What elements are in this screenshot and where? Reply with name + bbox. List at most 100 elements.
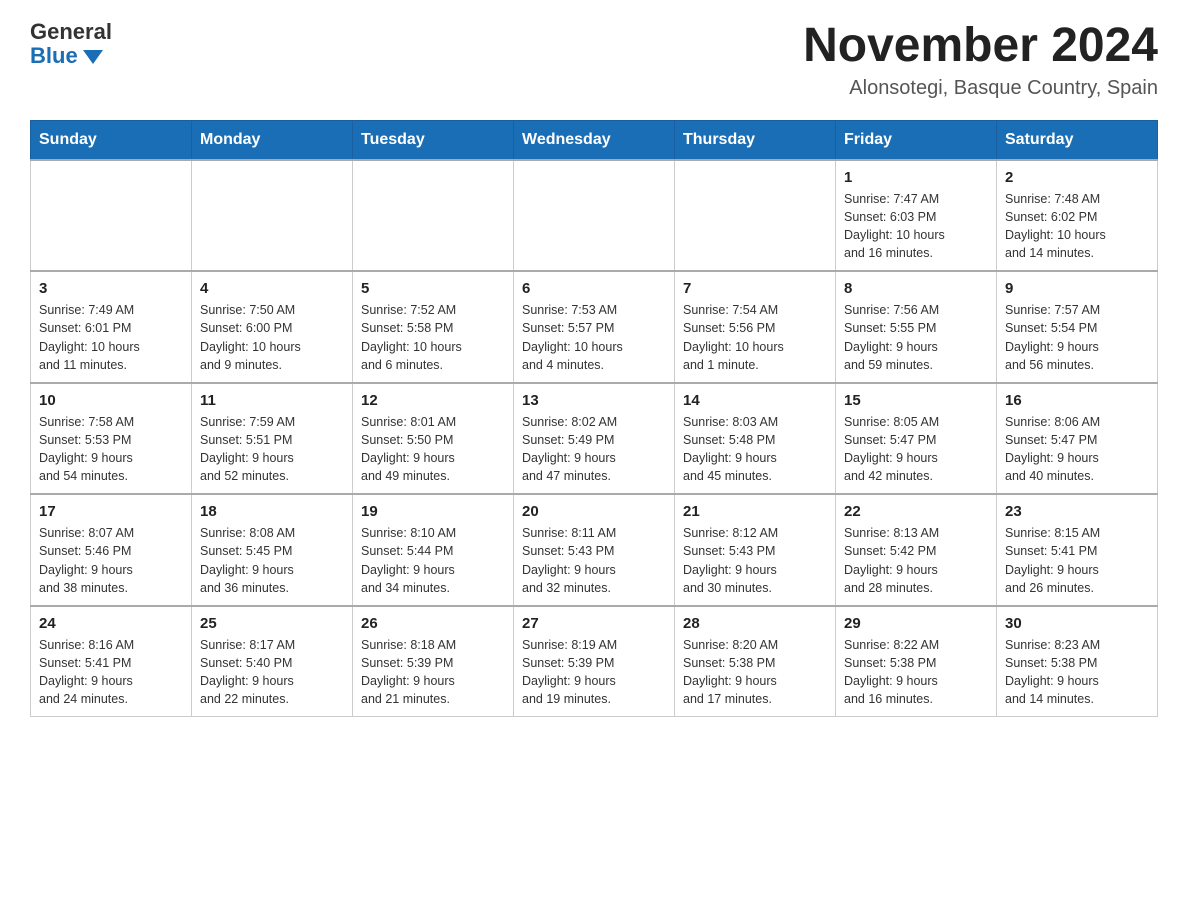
page-header: General Blue November 2024 Alonsotegi, B… — [30, 20, 1158, 100]
day-info: Sunrise: 7:52 AMSunset: 5:58 PMDaylight:… — [361, 301, 505, 374]
table-row: 2Sunrise: 7:48 AMSunset: 6:02 PMDaylight… — [997, 160, 1158, 272]
day-number: 6 — [522, 280, 666, 297]
table-row — [31, 160, 192, 272]
day-info: Sunrise: 8:08 AMSunset: 5:45 PMDaylight:… — [200, 524, 344, 597]
logo-blue-text: Blue — [30, 44, 112, 68]
calendar-table: Sunday Monday Tuesday Wednesday Thursday… — [30, 120, 1158, 718]
table-row: 8 Sunrise: 7:56 AMSunset: 5:55 PMDaylight… — [836, 271, 997, 383]
table-row — [675, 160, 836, 272]
calendar-subtitle: Alonsotegi, Basque Country, Spain — [803, 77, 1158, 100]
day-number: 1 — [844, 169, 988, 186]
day-number: 9 — [1005, 280, 1149, 297]
table-row: 28 Sunrise: 8:20 AMSunset: 5:38 PMDayligh… — [675, 606, 836, 717]
day-number: 13 — [522, 392, 666, 409]
table-row: 3 Sunrise: 7:49 AMSunset: 6:01 PMDaylight… — [31, 271, 192, 383]
calendar-row: 17 Sunrise: 8:07 AMSunset: 5:46 PMDayligh… — [31, 494, 1158, 606]
day-number: 17 — [39, 503, 183, 520]
table-row: 24 Sunrise: 8:16 AMSunset: 5:41 PMDayligh… — [31, 606, 192, 717]
table-row: 9Sunrise: 7:57 AMSunset: 5:54 PMDaylight… — [997, 271, 1158, 383]
table-row: 17 Sunrise: 8:07 AMSunset: 5:46 PMDayligh… — [31, 494, 192, 606]
day-number: 16 — [1005, 392, 1149, 409]
calendar-row: 1 Sunrise: 7:47 AMSunset: 6:03 PMDaylight… — [31, 160, 1158, 272]
day-info: Sunrise: 7:59 AMSunset: 5:51 PMDaylight:… — [200, 413, 344, 486]
title-section: November 2024 Alonsotegi, Basque Country… — [803, 20, 1158, 100]
day-info: Sunrise: 8:03 AMSunset: 5:48 PMDaylight:… — [683, 413, 827, 486]
table-row: 26 Sunrise: 8:18 AMSunset: 5:39 PMDayligh… — [353, 606, 514, 717]
table-row: 20 Sunrise: 8:11 AMSunset: 5:43 PMDayligh… — [514, 494, 675, 606]
day-info: Sunrise: 8:17 AMSunset: 5:40 PMDaylight:… — [200, 636, 344, 709]
table-row: 23 Sunrise: 8:15 AMSunset: 5:41 PMDayligh… — [997, 494, 1158, 606]
day-number: 24 — [39, 615, 183, 632]
day-info: Sunrise: 8:16 AMSunset: 5:41 PMDaylight:… — [39, 636, 183, 709]
day-number: 26 — [361, 615, 505, 632]
day-info: Sunrise: 7:53 AMSunset: 5:57 PMDaylight:… — [522, 301, 666, 374]
day-number: 21 — [683, 503, 827, 520]
day-number: 19 — [361, 503, 505, 520]
table-row: 4 Sunrise: 7:50 AMSunset: 6:00 PMDaylight… — [192, 271, 353, 383]
day-number: 25 — [200, 615, 344, 632]
table-row: 12Sunrise: 8:01 AMSunset: 5:50 PMDayligh… — [353, 383, 514, 495]
day-number: 12 — [361, 392, 505, 409]
day-info: Sunrise: 8:22 AMSunset: 5:38 PMDaylight:… — [844, 636, 988, 709]
day-number: 8 — [844, 280, 988, 297]
header-thursday: Thursday — [675, 120, 836, 160]
table-row: 19Sunrise: 8:10 AMSunset: 5:44 PMDayligh… — [353, 494, 514, 606]
table-row: 16Sunrise: 8:06 AMSunset: 5:47 PMDayligh… — [997, 383, 1158, 495]
table-row: 22Sunrise: 8:13 AMSunset: 5:42 PMDayligh… — [836, 494, 997, 606]
day-number: 3 — [39, 280, 183, 297]
day-info: Sunrise: 8:02 AMSunset: 5:49 PMDaylight:… — [522, 413, 666, 486]
calendar-row: 10Sunrise: 7:58 AMSunset: 5:53 PMDayligh… — [31, 383, 1158, 495]
day-number: 4 — [200, 280, 344, 297]
day-number: 10 — [39, 392, 183, 409]
table-row: 25 Sunrise: 8:17 AMSunset: 5:40 PMDayligh… — [192, 606, 353, 717]
day-number: 22 — [844, 503, 988, 520]
table-row — [514, 160, 675, 272]
day-info: Sunrise: 8:23 AMSunset: 5:38 PMDaylight:… — [1005, 636, 1149, 709]
day-number: 5 — [361, 280, 505, 297]
header-tuesday: Tuesday — [353, 120, 514, 160]
logo: General Blue — [30, 20, 112, 68]
table-row: 1 Sunrise: 7:47 AMSunset: 6:03 PMDaylight… — [836, 160, 997, 272]
calendar-row: 3 Sunrise: 7:49 AMSunset: 6:01 PMDaylight… — [31, 271, 1158, 383]
table-row: 5 Sunrise: 7:52 AMSunset: 5:58 PMDaylight… — [353, 271, 514, 383]
day-info: Sunrise: 8:18 AMSunset: 5:39 PMDaylight:… — [361, 636, 505, 709]
table-row: 6 Sunrise: 7:53 AMSunset: 5:57 PMDaylight… — [514, 271, 675, 383]
table-row: 15 Sunrise: 8:05 AMSunset: 5:47 PMDayligh… — [836, 383, 997, 495]
day-number: 14 — [683, 392, 827, 409]
table-row: 13 Sunrise: 8:02 AMSunset: 5:49 PMDayligh… — [514, 383, 675, 495]
day-info: Sunrise: 8:07 AMSunset: 5:46 PMDaylight:… — [39, 524, 183, 597]
header-wednesday: Wednesday — [514, 120, 675, 160]
day-info: Sunrise: 8:11 AMSunset: 5:43 PMDaylight:… — [522, 524, 666, 597]
table-row: 29 Sunrise: 8:22 AMSunset: 5:38 PMDayligh… — [836, 606, 997, 717]
calendar-title: November 2024 — [803, 20, 1158, 73]
day-number: 2 — [1005, 169, 1149, 186]
day-number: 23 — [1005, 503, 1149, 520]
table-row: 7Sunrise: 7:54 AMSunset: 5:56 PMDaylight… — [675, 271, 836, 383]
header-friday: Friday — [836, 120, 997, 160]
table-row: 10Sunrise: 7:58 AMSunset: 5:53 PMDayligh… — [31, 383, 192, 495]
day-info: Sunrise: 7:50 AMSunset: 6:00 PMDaylight:… — [200, 301, 344, 374]
day-info: Sunrise: 8:12 AMSunset: 5:43 PMDaylight:… — [683, 524, 827, 597]
day-number: 15 — [844, 392, 988, 409]
day-number: 20 — [522, 503, 666, 520]
day-info: Sunrise: 8:19 AMSunset: 5:39 PMDaylight:… — [522, 636, 666, 709]
day-info: Sunrise: 7:49 AMSunset: 6:01 PMDaylight:… — [39, 301, 183, 374]
logo-general-text: General — [30, 20, 112, 44]
header-sunday: Sunday — [31, 120, 192, 160]
header-saturday: Saturday — [997, 120, 1158, 160]
day-info: Sunrise: 7:47 AMSunset: 6:03 PMDaylight:… — [844, 190, 988, 263]
table-row — [353, 160, 514, 272]
calendar-header-row: Sunday Monday Tuesday Wednesday Thursday… — [31, 120, 1158, 160]
table-row: 18 Sunrise: 8:08 AMSunset: 5:45 PMDayligh… — [192, 494, 353, 606]
day-info: Sunrise: 7:56 AMSunset: 5:55 PMDaylight:… — [844, 301, 988, 374]
day-number: 28 — [683, 615, 827, 632]
table-row: 21 Sunrise: 8:12 AMSunset: 5:43 PMDayligh… — [675, 494, 836, 606]
day-number: 18 — [200, 503, 344, 520]
day-info: Sunrise: 7:54 AMSunset: 5:56 PMDaylight:… — [683, 301, 827, 374]
day-info: Sunrise: 8:15 AMSunset: 5:41 PMDaylight:… — [1005, 524, 1149, 597]
day-info: Sunrise: 8:05 AMSunset: 5:47 PMDaylight:… — [844, 413, 988, 486]
table-row — [192, 160, 353, 272]
day-info: Sunrise: 8:20 AMSunset: 5:38 PMDaylight:… — [683, 636, 827, 709]
day-number: 27 — [522, 615, 666, 632]
day-number: 29 — [844, 615, 988, 632]
